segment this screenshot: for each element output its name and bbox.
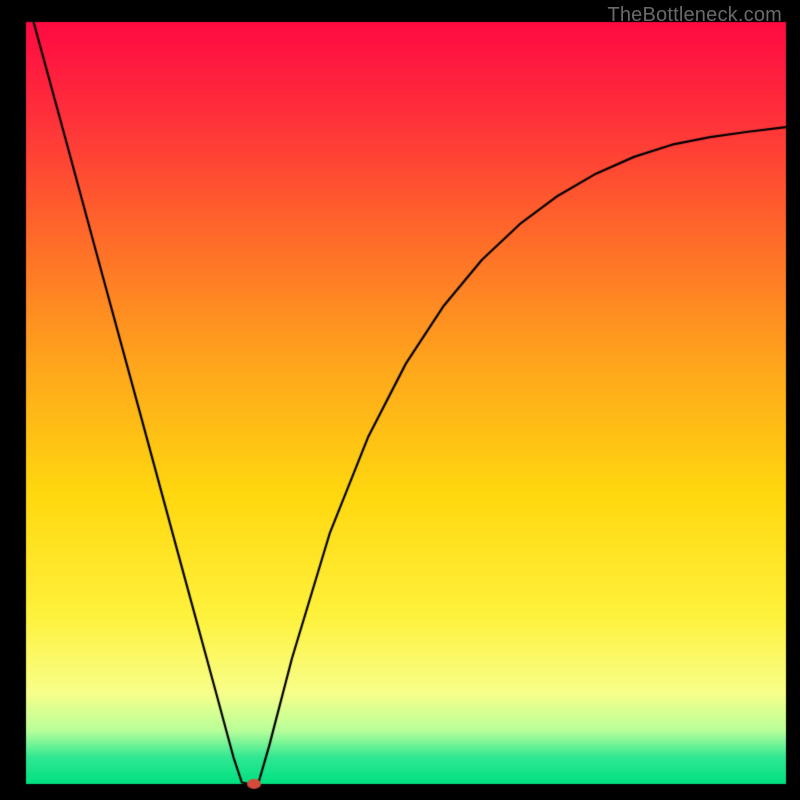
- watermark-label: TheBottleneck.com: [607, 4, 782, 27]
- bottleneck-chart-canvas: [0, 0, 800, 800]
